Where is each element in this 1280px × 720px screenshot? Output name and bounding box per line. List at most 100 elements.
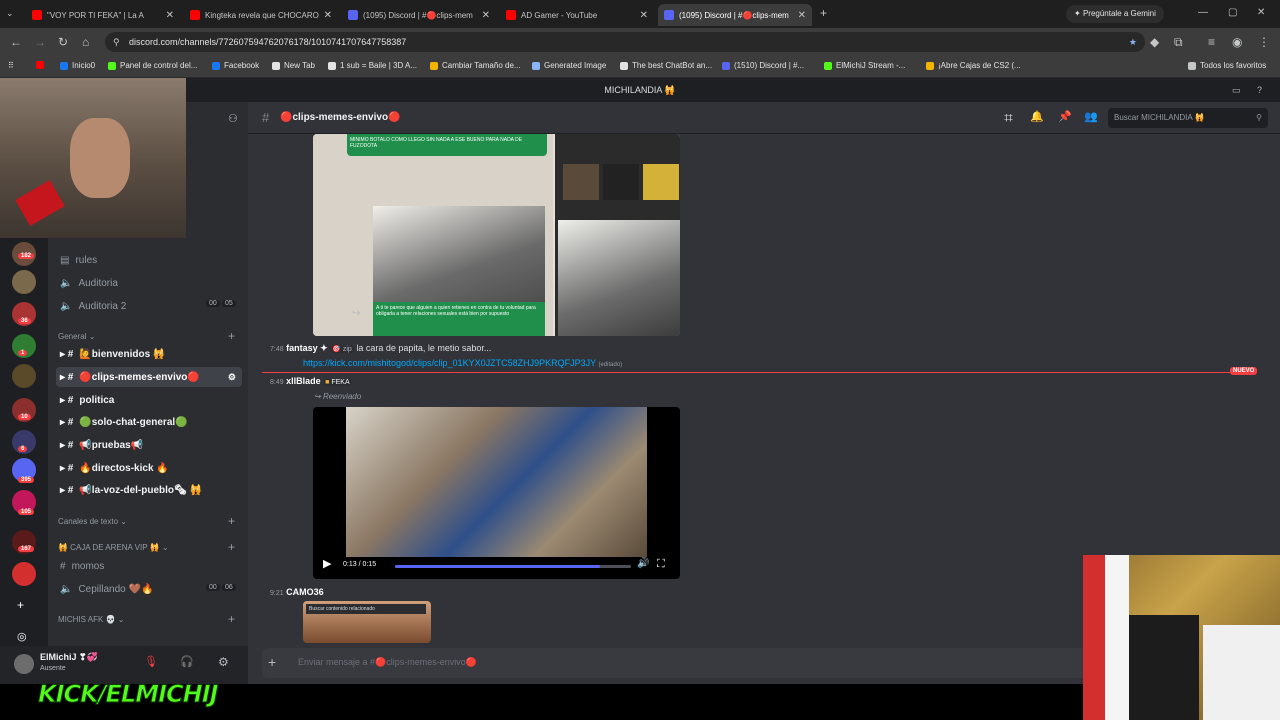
server-icon[interactable]: [12, 364, 36, 388]
forward-icon[interactable]: →: [34, 35, 46, 49]
bookmark-item[interactable]: (1510) Discord | #...: [722, 61, 804, 70]
youtube-icon: [32, 10, 42, 20]
channel-rules[interactable]: ▤ rules: [56, 250, 242, 270]
channel-solo-chat-general[interactable]: ▸ # 🟢solo-chat-general🟢: [56, 412, 242, 432]
threads-icon[interactable]: ⌗: [1004, 110, 1013, 128]
bookmark-item[interactable]: Cambiar Tamaño de...: [430, 61, 521, 70]
headphones-icon[interactable]: 🎧: [180, 655, 194, 668]
play-icon[interactable]: ▶: [323, 557, 331, 570]
mute-mic-icon[interactable]: 🎙: [144, 655, 158, 668]
message-author[interactable]: xllBlade: [286, 376, 321, 386]
bookmark-item[interactable]: Panel de control del...: [108, 61, 197, 70]
channel-directos-kick[interactable]: ▸ # 🔥directos-kick 🔥: [56, 458, 242, 478]
category-caja-de-arena[interactable]: 🙀 CAJA DE ARENA VIP 🙀 ⌄: [58, 543, 169, 552]
bookmark-item[interactable]: 1 sub = Baile | 3D A...: [328, 61, 417, 70]
add-server-icon[interactable]: +: [17, 598, 24, 612]
image-attachment[interactable]: Buscar contenido relacionado: [303, 601, 431, 643]
close-tab-icon[interactable]: ✕: [324, 10, 332, 21]
browser-tab[interactable]: "VOY POR TI FEKA" | La A ✕: [26, 4, 180, 26]
notification-bell-icon[interactable]: 🔔: [1030, 110, 1044, 123]
invite-icon[interactable]: ⚇: [228, 112, 238, 125]
bookmark-item[interactable]: Facebook: [212, 61, 259, 70]
help-icon[interactable]: ?: [1257, 78, 1262, 102]
browser-tab[interactable]: AD Gamer - YouTube ✕: [500, 4, 654, 26]
discord-title-bar: MICHILANDIA 🙀 ▭ ?: [0, 78, 1280, 102]
settings-icon[interactable]: ⚙: [228, 372, 236, 383]
bookmark-item[interactable]: Inicio0: [60, 61, 95, 70]
server-icon[interactable]: [12, 270, 36, 294]
add-channel-icon[interactable]: +: [228, 514, 235, 528]
home-icon[interactable]: ⌂: [82, 35, 89, 49]
avatar[interactable]: [14, 654, 34, 674]
channel-politica[interactable]: ▸ # politica: [56, 390, 242, 410]
message-link[interactable]: https://kick.com/mishitogod/clips/clip_0…: [303, 358, 596, 368]
category-general[interactable]: General ⌄: [58, 332, 95, 341]
add-channel-icon[interactable]: +: [228, 612, 235, 626]
channel-clips-memes-envivo[interactable]: ▸ # 🔴clips-memes-envivo🔴 ⚙: [56, 367, 242, 387]
bookmark-item[interactable]: The best ChatBot an...: [620, 61, 712, 70]
bookmark-item[interactable]: ¡Abre Cajas de CS2 (...: [926, 61, 1021, 70]
site-info-icon[interactable]: ⚲: [113, 32, 120, 52]
server-icon[interactable]: [12, 562, 36, 586]
browser-tab[interactable]: (1095) Discord | #🔴clips-mem ✕: [342, 4, 496, 26]
bookmark-item[interactable]: ElMichiJ Stream -...: [824, 61, 905, 70]
guild-tag: ■ FEKA: [323, 379, 352, 386]
fullscreen-icon[interactable]: ⛶: [657, 558, 665, 571]
composer-placeholder: Enviar mensaje a #🔴clips-memes-envivo🔴: [298, 657, 477, 667]
close-tab-icon[interactable]: ✕: [166, 10, 174, 21]
video-frame: [346, 407, 647, 557]
all-bookmarks[interactable]: Todos los favoritos: [1188, 61, 1266, 70]
browser-tab-active[interactable]: (1095) Discord | #🔴clips-mem ✕: [658, 4, 812, 26]
new-tab-button[interactable]: +: [820, 6, 827, 20]
profile-icon[interactable]: ◉: [1232, 35, 1242, 49]
user-settings-icon[interactable]: ⚙: [218, 655, 229, 669]
forward-icon[interactable]: ↪: [352, 308, 360, 319]
maximize-icon[interactable]: ▢: [1228, 7, 1237, 18]
channel-bienvenidos[interactable]: ▸ # 🙋bienvenidos 🙀: [56, 344, 242, 364]
browser-tab[interactable]: Kingteka revela que CHOCARO ✕: [184, 4, 338, 26]
video-thumbnail[interactable]: [373, 206, 545, 306]
inbox-icon[interactable]: ▭: [1232, 78, 1241, 102]
voice-channel-auditoria[interactable]: 🔈 Auditoria: [56, 273, 242, 293]
bookmark-item[interactable]: [36, 61, 44, 69]
menu-icon[interactable]: ⋮: [1258, 35, 1270, 49]
close-tab-icon[interactable]: ✕: [482, 10, 490, 21]
pin-icon[interactable]: 📌: [1058, 110, 1072, 123]
extension-icon[interactable]: ◆: [1150, 35, 1159, 49]
message-link-row: https://kick.com/mishitogod/clips/clip_0…: [303, 358, 622, 368]
reload-icon[interactable]: ↻: [58, 35, 68, 49]
close-tab-icon[interactable]: ✕: [640, 10, 648, 21]
category-canales-de-texto[interactable]: Canales de texto ⌄: [58, 517, 127, 526]
channel-momos[interactable]: # momos: [56, 556, 242, 576]
url-input[interactable]: ⚲ discord.com/channels/77260759476207617…: [105, 32, 1145, 52]
video-thumbnail[interactable]: [558, 220, 680, 336]
gemini-button[interactable]: ✦ Pregúntale a Gemini: [1066, 5, 1164, 23]
category-michis-afk[interactable]: MICHIS AFK 💀 ⌄: [58, 615, 124, 624]
search-input[interactable]: Buscar MICHILANDIA 🙀 ⚲: [1108, 108, 1268, 128]
close-window-icon[interactable]: ✕: [1257, 7, 1265, 18]
bookmark-item[interactable]: Generated Image: [532, 61, 606, 70]
close-tab-icon[interactable]: ✕: [798, 10, 806, 21]
back-icon[interactable]: ←: [10, 35, 22, 49]
attach-plus-icon[interactable]: +: [268, 654, 276, 670]
puzzle-icon[interactable]: ⧉: [1174, 35, 1183, 49]
video-progress-track[interactable]: [395, 565, 631, 568]
member-list-icon[interactable]: 👥: [1084, 110, 1098, 123]
bookmark-item[interactable]: New Tab: [272, 61, 315, 70]
channel-la-voz-del-pueblo[interactable]: ▸ # 📢la-voz-del-pueblo🗞 🙀: [56, 480, 242, 500]
minimize-icon[interactable]: —: [1198, 7, 1208, 18]
video-player[interactable]: ▶ 0:13 / 0:15 🔊 ⛶: [313, 407, 680, 579]
message-author[interactable]: CAMO36: [286, 587, 324, 597]
add-channel-icon[interactable]: +: [228, 540, 235, 554]
discover-icon[interactable]: ◎: [17, 630, 27, 643]
channel-pruebas[interactable]: ▸ # 📢pruebas📢: [56, 435, 242, 455]
apps-icon[interactable]: ⠿: [8, 61, 14, 70]
tab-search-icon[interactable]: ⌄: [6, 8, 14, 19]
star-icon[interactable]: ★: [1129, 32, 1137, 52]
volume-icon[interactable]: 🔊: [637, 558, 649, 569]
message-image-attachment[interactable]: MINIMO BOTALO COMO LLEGO SIN NADA A ESE …: [313, 134, 680, 336]
person-dress: [1203, 625, 1280, 720]
message-author[interactable]: fantasy ✦: [286, 343, 328, 353]
add-channel-icon[interactable]: +: [228, 329, 235, 343]
media-icon[interactable]: ≡: [1208, 35, 1215, 49]
